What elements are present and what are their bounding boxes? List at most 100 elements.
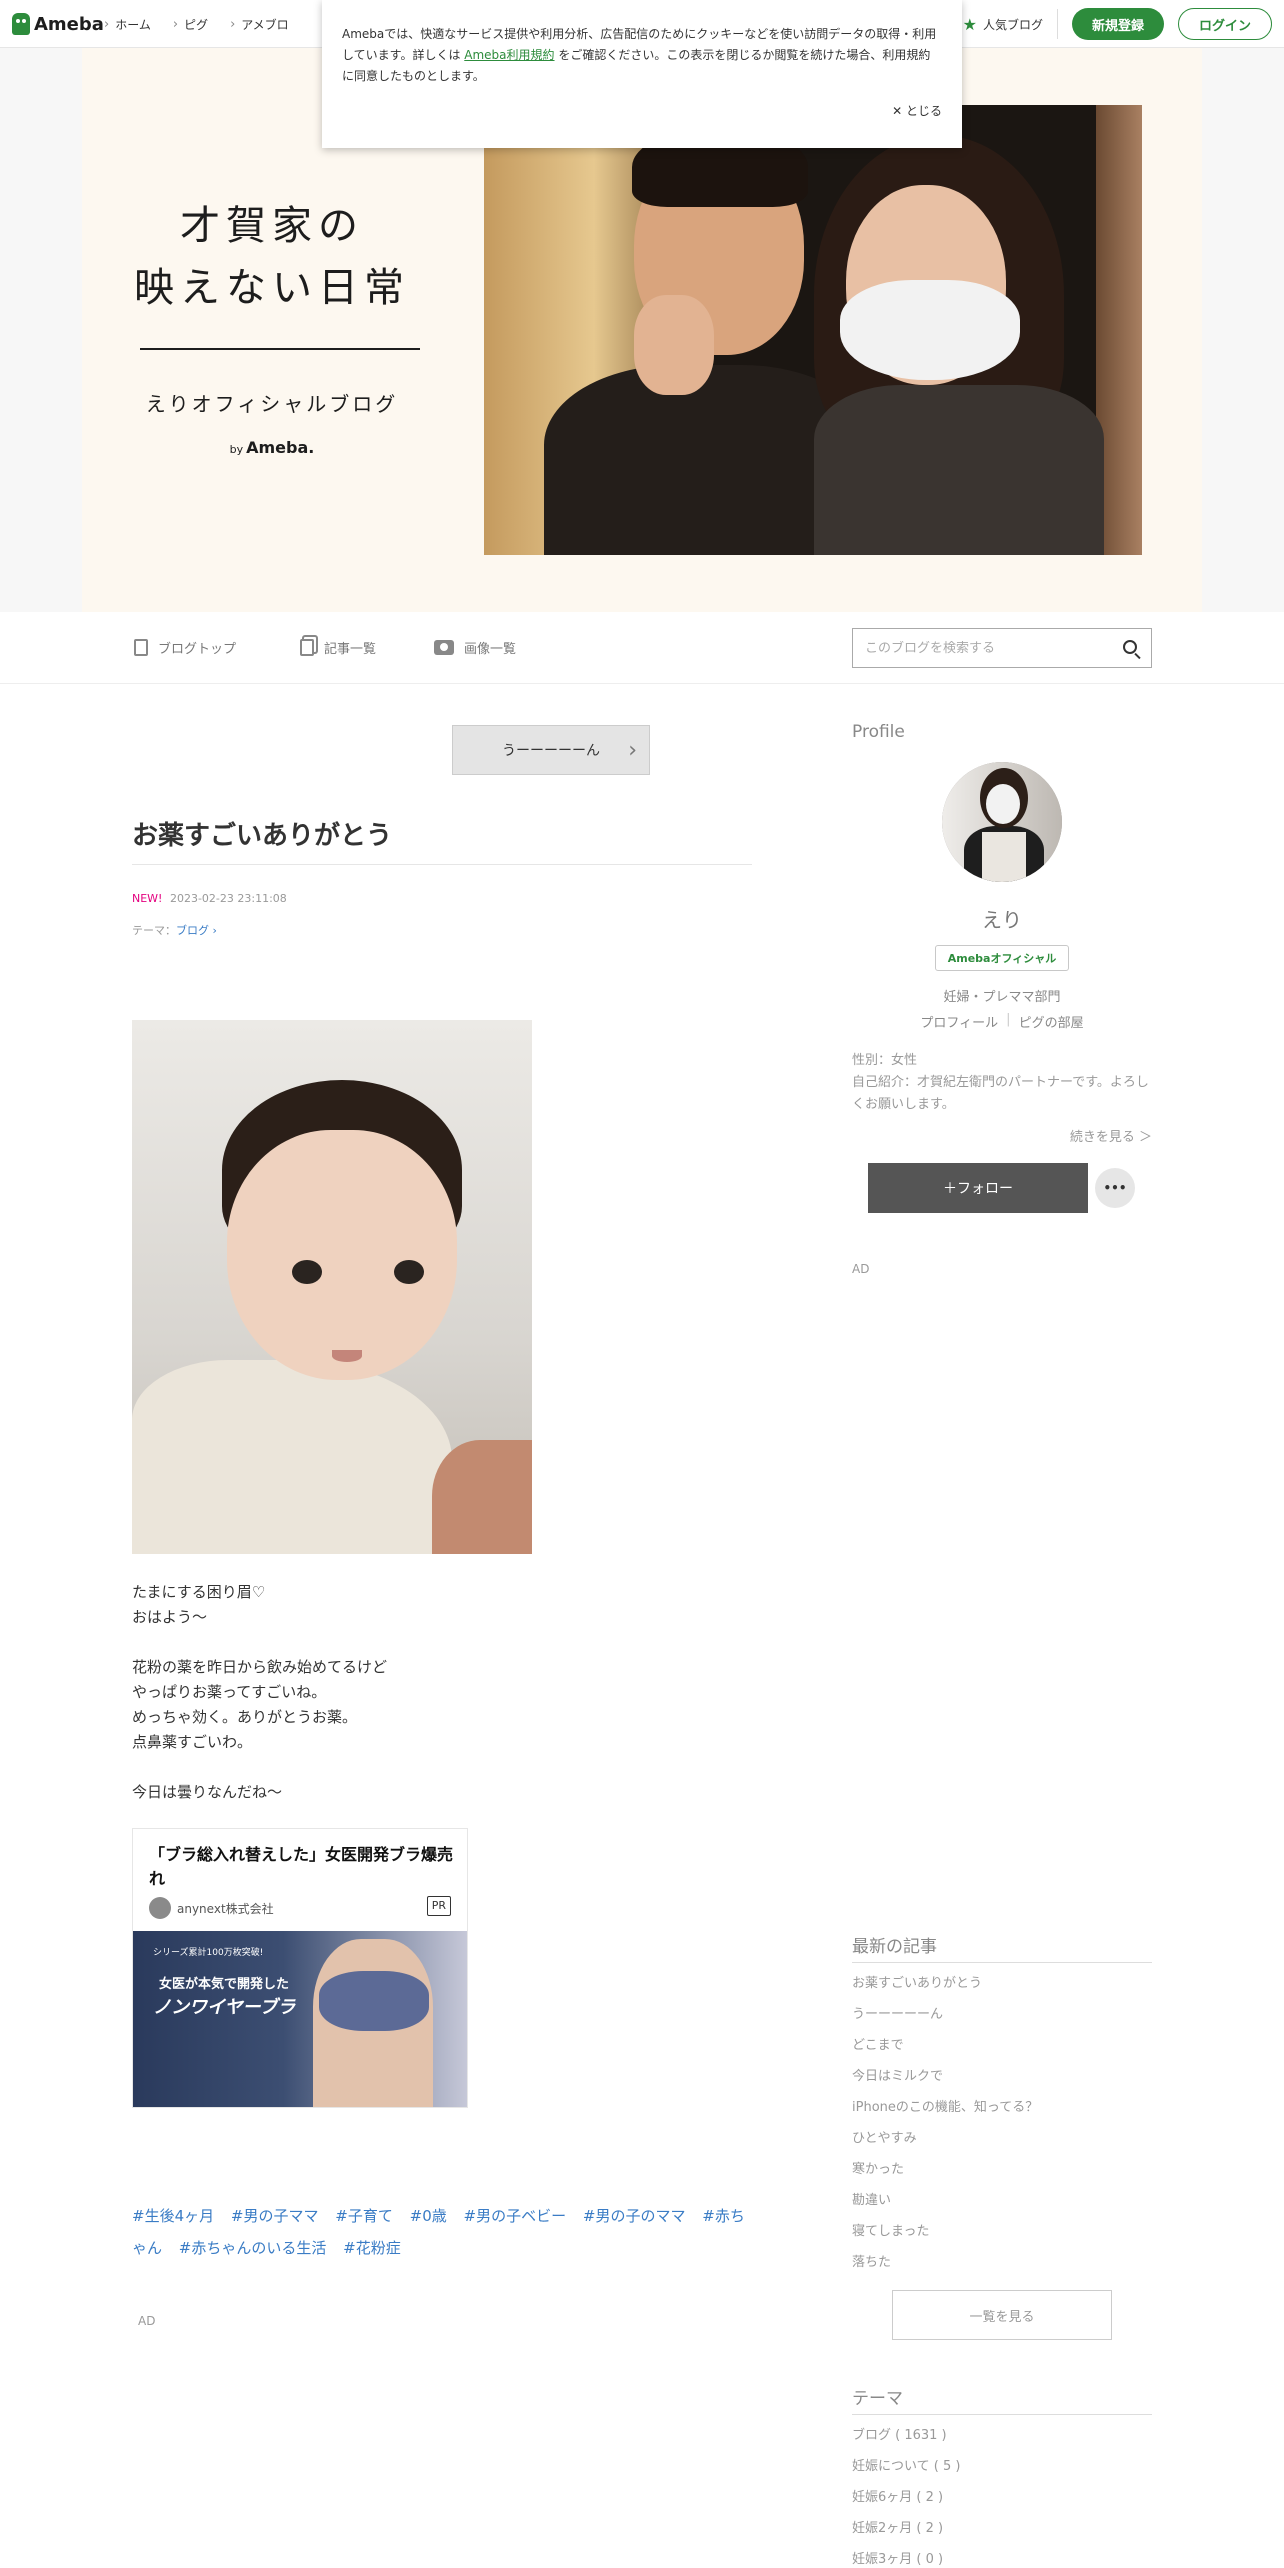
link-separator: | [1006, 1012, 1011, 1027]
nav-home[interactable]: ホーム [104, 16, 151, 33]
advertiser-avatar [149, 1897, 171, 1919]
recent-entry[interactable]: 勘違い [852, 2185, 1152, 2216]
hashtag[interactable]: #男の子ママ [231, 2207, 319, 2225]
recent-divider [852, 1962, 1152, 1963]
body-line: たまにする困り眉♡ [132, 1583, 266, 1601]
by-label: by [229, 443, 244, 456]
body-line: 花粉の薬を昨日から飲み始めてるけど [132, 1658, 388, 1676]
entry-list-label: 記事一覧 [324, 642, 377, 657]
article-image[interactable] [132, 1020, 532, 1554]
hashtag[interactable]: #子育て [335, 2207, 393, 2225]
blog-nav: ブログトップ 記事一覧 画像一覧 [0, 612, 1284, 684]
previous-entry-button[interactable]: うーーーーーん › [452, 725, 650, 775]
recent-entry[interactable]: 寒かった [852, 2154, 1152, 2185]
recent-entry[interactable]: iPhoneのこの機能、知ってる？ [852, 2092, 1152, 2123]
hashtag[interactable]: #男の子のママ [583, 2207, 686, 2225]
ad-image-text-3: ノンワイヤーブラ [153, 1997, 296, 2018]
hashtag[interactable]: #男の子ベビー [464, 2207, 567, 2225]
popular-blog-label: 人気ブログ [982, 17, 1043, 32]
blog-title-line1: 才賀家の [180, 203, 364, 249]
themes-list: ブログ ( 1631 ) 妊娠について ( 5 ) 妊娠6ヶ月 ( 2 ) 妊娠… [852, 2420, 1152, 2568]
body-line: 点鼻薬すごいわ。 [132, 1733, 253, 1751]
cookie-notice: Amebaでは、快適なサービス提供や利用分析、広告配信のためにクッキーなどを使い… [322, 0, 962, 148]
theme-item[interactable]: ブログ ( 1631 ) [852, 2420, 1152, 2451]
profile-link[interactable]: プロフィール [920, 1012, 998, 1031]
profile-info: 性別：女性 自己紹介：才賀紀左衛門のパートナーです。よろしくお願いします。 [852, 1050, 1152, 1116]
pr-badge: PR [426, 1896, 451, 1916]
pigg-room-link[interactable]: ピグの部屋 [1019, 1012, 1084, 1031]
theme-link[interactable]: ブログ › [176, 924, 217, 937]
cookie-close-button[interactable]: ✕ とじる [892, 101, 942, 122]
recent-entry[interactable]: どこまで [852, 2030, 1152, 2061]
theme-item[interactable]: 妊娠3ヶ月 ( 0 ) [852, 2544, 1152, 2568]
ad-source-name: anynext株式会社 [177, 1901, 274, 1916]
sponsored-card[interactable]: 「ブラ総入れ替えした」女医開発ブラ爆売れ anynext株式会社 PR シリーズ… [132, 1828, 468, 2108]
profile-category[interactable]: 妊婦・プレママ部門 [852, 986, 1152, 1005]
image-list-link[interactable]: 画像一覧 [434, 638, 516, 657]
recent-entry[interactable]: 今日はミルクで [852, 2061, 1152, 2092]
profile-links: プロフィール | ピグの部屋 [852, 1012, 1152, 1031]
ad-image-text-2: 女医が本気で開発した [159, 1977, 290, 1992]
blog-top-label: ブログトップ [158, 642, 237, 657]
recent-entry[interactable]: 寝てしまった [852, 2216, 1152, 2247]
hashtag[interactable]: #0歳 [410, 2207, 447, 2225]
article-meta: NEW! 2023-02-23 23:11:08 [132, 892, 287, 905]
body-line: やっぱりお薬ってすごいね。 [132, 1683, 327, 1701]
body-line: めっちゃ効く。ありがとうお薬。 [132, 1708, 358, 1726]
ad-source: anynext株式会社 [149, 1897, 274, 1919]
follow-button[interactable]: ＋フォロー [868, 1163, 1088, 1213]
crown-icon: ★ [962, 14, 977, 34]
themes-divider [852, 2414, 1152, 2415]
body-line: おはよう〜 [132, 1608, 208, 1626]
theme-prefix: テーマ： [132, 924, 176, 937]
search-input[interactable] [865, 640, 1105, 656]
theme-item[interactable]: 妊娠2ヶ月 ( 2 ) [852, 2513, 1152, 2544]
hashtag[interactable]: #生後4ヶ月 [132, 2207, 214, 2225]
popular-blog-link[interactable]: ★ 人気ブログ [963, 9, 1058, 39]
previous-entry-label: うーーーーーん [502, 743, 600, 759]
entry-list-link[interactable]: 記事一覧 [300, 638, 376, 657]
ameba-logo[interactable]: Ameba [12, 12, 104, 36]
ad-image: シリーズ累計100万枚突破! 女医が本気で開発した ノンワイヤーブラ [133, 1931, 467, 2107]
profile-heading: Profile [852, 722, 905, 742]
ad-image-text-1: シリーズ累計100万枚突破! [153, 1948, 264, 1958]
article-theme: テーマ：ブログ › [132, 922, 217, 938]
official-badge: Amebaオフィシャル [935, 945, 1069, 971]
recent-entry[interactable]: 落ちた [852, 2247, 1152, 2278]
ad-title: 「ブラ総入れ替えした」女医開発ブラ爆売れ [149, 1845, 454, 1888]
global-nav: ホーム ピグ アメブロ [104, 16, 288, 33]
blog-top-link[interactable]: ブログトップ [134, 638, 236, 657]
profile-name[interactable]: えり [852, 904, 1152, 933]
article-title[interactable]: お薬すごいありがとう [132, 815, 392, 852]
recent-entry[interactable]: お薬すごいありがとう [852, 1968, 1152, 1999]
copy-icon [300, 639, 314, 656]
search-icon[interactable] [1123, 640, 1137, 654]
image-list-label: 画像一覧 [464, 642, 517, 657]
profile-intro: 自己紹介：才賀紀左衛門のパートナーです。よろしくお願いします。 [852, 1075, 1149, 1112]
ad-label: AD [138, 2314, 156, 2328]
logo-text: Ameba [34, 13, 104, 35]
register-button[interactable]: 新規登録 [1071, 8, 1164, 40]
hashtag[interactable]: #赤ちゃんのいる生活 [179, 2239, 327, 2257]
chevron-right-icon: › [628, 738, 637, 763]
hashtag[interactable]: #花粉症 [343, 2239, 401, 2257]
nav-pigg[interactable]: ピグ [173, 16, 208, 33]
theme-item[interactable]: 妊娠について ( 5 ) [852, 2451, 1152, 2482]
title-divider [140, 348, 420, 350]
recent-entries-list: お薬すごいありがとう うーーーーーん どこまで 今日はミルクで iPhoneのこ… [852, 1968, 1152, 2278]
read-more-link[interactable]: 続きを見る ＞ [852, 1126, 1152, 1145]
login-button[interactable]: ログイン [1177, 8, 1272, 40]
terms-link[interactable]: Ameba利用規約 [464, 48, 554, 62]
more-options-button[interactable]: ••• [1095, 1168, 1135, 1208]
themes-heading: テーマ [852, 2389, 903, 2409]
recent-entry[interactable]: ひとやすみ [852, 2123, 1152, 2154]
recent-entry[interactable]: うーーーーーん [852, 1999, 1152, 2030]
nav-ameblo[interactable]: アメブロ [230, 16, 288, 33]
sidebar-ad-label: AD [852, 1262, 870, 1276]
article-body: たまにする困り眉♡ おはよう〜 花粉の薬を昨日から飲み始めてるけど やっぱりお薬… [132, 1580, 387, 1805]
body-line: 今日は曇りなんだね〜 [132, 1783, 283, 1801]
view-list-button[interactable]: 一覧を見る [892, 2290, 1112, 2340]
theme-item[interactable]: 妊娠6ヶ月 ( 2 ) [852, 2482, 1152, 2513]
by-ameba: by Ameba. [82, 438, 462, 457]
avatar[interactable] [942, 762, 1062, 882]
